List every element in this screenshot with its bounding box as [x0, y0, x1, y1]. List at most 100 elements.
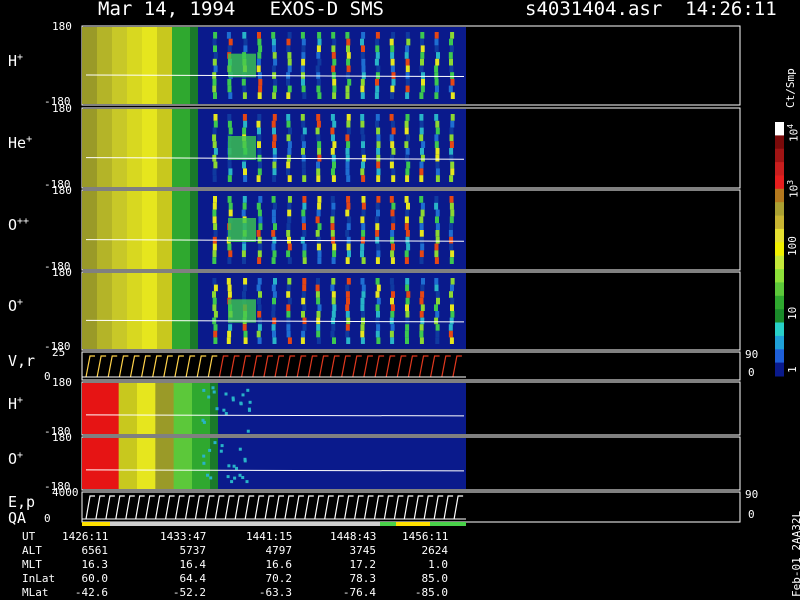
spike-cell	[434, 284, 439, 292]
spike-cell	[361, 45, 365, 53]
warm-band-7	[137, 438, 156, 489]
scatter-cell	[241, 393, 245, 397]
spike-cell	[272, 291, 277, 298]
spike-cell	[227, 45, 232, 53]
scatter-cell	[211, 386, 215, 390]
spike-cell	[302, 92, 307, 99]
spike-cell	[434, 141, 439, 148]
spike-cell	[389, 161, 394, 169]
spike-cell	[287, 278, 292, 285]
spike-cell	[361, 175, 366, 182]
spike-cell	[316, 337, 321, 344]
spike-cell	[228, 127, 233, 135]
spike-cell	[419, 196, 424, 203]
spike-cell	[346, 120, 351, 128]
spike-cell	[391, 168, 396, 176]
spike-cell	[361, 72, 366, 79]
spike-cell	[376, 209, 380, 217]
spike-cell	[330, 127, 335, 135]
axis-value-2-2: 5737	[179, 544, 207, 557]
spike-cell	[257, 127, 261, 135]
warm-band-4	[127, 273, 143, 349]
spike-cell	[257, 92, 262, 99]
spike-cell	[435, 161, 440, 169]
feature-blob-1	[228, 53, 256, 78]
spike-cell	[257, 114, 262, 121]
warm-band-2	[97, 109, 113, 187]
spike-cell	[420, 304, 425, 311]
spike-cell	[405, 72, 410, 79]
feature-blob-3	[228, 218, 256, 242]
spike-cell	[419, 257, 424, 264]
spike-cell	[419, 250, 424, 258]
spike-cell	[227, 257, 232, 264]
scatter-cell	[207, 395, 211, 399]
spike-cell	[405, 78, 410, 86]
qa-strip-segment	[110, 522, 380, 526]
green-band-dark-1	[190, 27, 198, 104]
spike-cell	[361, 284, 366, 292]
spike-cell	[243, 278, 248, 285]
green-band-dark-2	[190, 109, 198, 187]
spike-cell	[434, 243, 439, 251]
spike-cell	[212, 216, 217, 224]
spike-cell	[450, 72, 455, 79]
spike-cell	[405, 45, 410, 53]
spike-cell	[317, 257, 322, 264]
colorbar-tick-4: 103	[786, 179, 800, 198]
spike-cell	[360, 236, 365, 244]
spike-cell	[391, 72, 396, 79]
spike-cell	[390, 236, 395, 244]
spike-cell	[301, 52, 306, 59]
spike-cell	[421, 78, 425, 86]
spike-cell	[449, 317, 454, 325]
warm-band-7	[100, 438, 120, 489]
warm-band-2	[112, 109, 128, 187]
spike-cell	[435, 216, 439, 224]
panel-label-sup-4: +	[17, 297, 24, 308]
spike-cell	[376, 297, 381, 305]
spike-cell	[404, 127, 409, 135]
axis-value-1-2: 1433:47	[160, 530, 207, 543]
axis-row-name-2: ALT	[22, 544, 42, 557]
spike-cell	[301, 45, 306, 53]
spike-cell	[419, 223, 424, 230]
footer-stamp: Feb-01 2AA32L	[790, 510, 800, 597]
spike-cell	[435, 120, 440, 128]
green-band-1	[172, 27, 190, 104]
spike-cell	[331, 209, 336, 217]
spike-cell	[287, 196, 292, 203]
spike-cell	[301, 168, 306, 176]
spike-cell	[242, 32, 247, 39]
spike-cell	[256, 330, 261, 338]
spike-cell	[257, 148, 262, 155]
spike-cell	[256, 65, 261, 73]
spike-cell	[243, 38, 248, 46]
spike-cell	[316, 78, 321, 86]
spike-cell	[243, 330, 248, 338]
scatter-cell	[230, 480, 234, 484]
spike-cell	[405, 32, 410, 39]
spike-cell	[226, 278, 231, 285]
spike-cell	[272, 202, 277, 210]
spike-cell	[317, 304, 322, 311]
spike-cell	[301, 120, 306, 128]
right-tick-bottom-5: 0	[748, 366, 755, 379]
spike-cell	[317, 196, 322, 203]
spike-cell	[345, 154, 350, 162]
spike-cell	[450, 32, 455, 39]
axis-value-4-5: 85.0	[421, 572, 449, 585]
y-tick-max-3: 180	[52, 184, 72, 197]
warm-band-1	[97, 27, 113, 104]
warm-band-7	[82, 438, 101, 489]
panel-label-7: O+	[8, 449, 24, 468]
spike-cell	[287, 85, 292, 93]
warm-band-4	[157, 273, 173, 349]
spike-cell	[242, 284, 247, 292]
spike-cell	[271, 196, 276, 203]
spike-cell	[389, 134, 394, 142]
warm-band-4	[112, 273, 128, 349]
spike-cell	[421, 72, 425, 79]
spike-cell	[272, 168, 277, 176]
spike-cell	[241, 250, 246, 258]
